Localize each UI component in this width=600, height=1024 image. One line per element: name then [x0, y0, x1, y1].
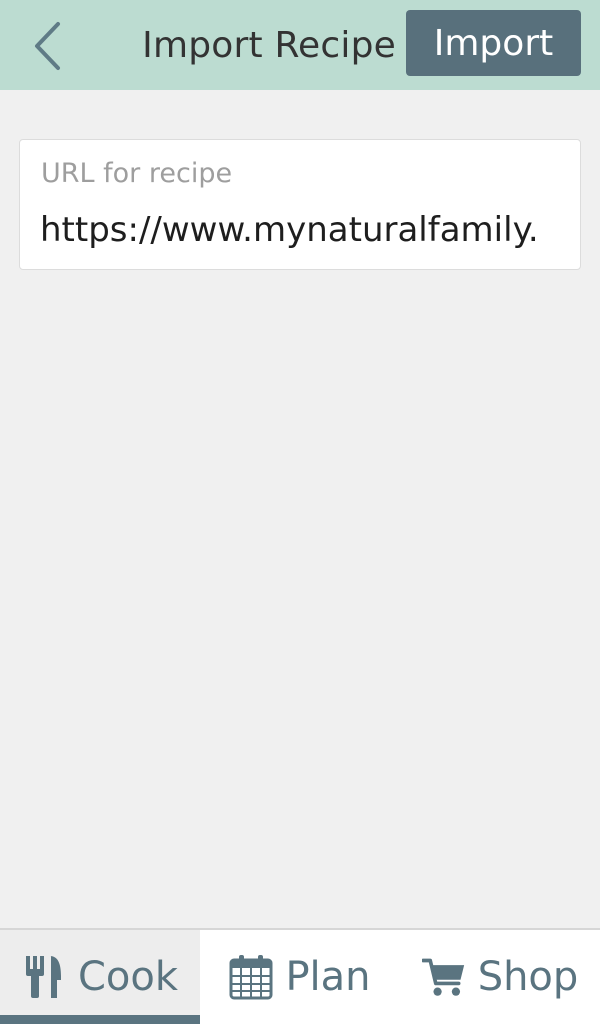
tab-label: Shop — [477, 954, 579, 1000]
tab-label: Cook — [77, 954, 179, 1000]
top-bar: Import Recipe Import — [0, 0, 600, 90]
back-button[interactable] — [22, 18, 72, 74]
utensils-icon — [22, 953, 66, 1001]
chevron-left-icon — [35, 22, 60, 70]
tab-cook[interactable]: Cook — [0, 930, 200, 1024]
tab-label: Plan — [285, 954, 371, 1000]
cart-icon — [421, 953, 466, 1001]
bottom-tab-bar: Cook Plan Shop — [0, 928, 600, 1024]
url-field-card: URL for recipe — [19, 139, 581, 270]
tab-shop[interactable]: Shop — [400, 930, 600, 1024]
tab-plan[interactable]: Plan — [200, 930, 400, 1024]
import-button[interactable]: Import — [406, 10, 581, 76]
page-title: Import Recipe — [142, 24, 396, 66]
url-field-label: URL for recipe — [41, 158, 233, 189]
url-input[interactable] — [40, 204, 562, 256]
calendar-icon — [229, 953, 273, 1001]
app-screen: Import Recipe Import URL for recipe Cook — [0, 0, 600, 1024]
